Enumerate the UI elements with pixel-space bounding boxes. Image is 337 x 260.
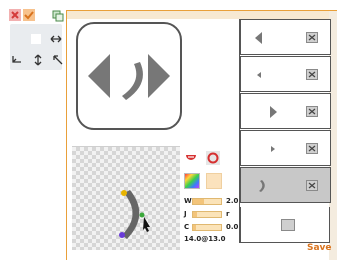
join-value: r — [226, 210, 230, 218]
stroke-width-slider[interactable] — [192, 197, 222, 205]
state-item-4[interactable] — [240, 130, 331, 166]
flip-horizontal-icon[interactable] — [50, 33, 62, 45]
state-item-3[interactable] — [240, 93, 331, 129]
delete-state-button[interactable] — [306, 143, 318, 154]
flip-vertical-icon[interactable] — [32, 54, 44, 66]
add-state-slot[interactable] — [240, 207, 330, 243]
icon-preview — [76, 22, 182, 130]
left-arrow-large-icon — [255, 32, 262, 44]
copy-icon[interactable] — [52, 10, 64, 22]
stroke-mode-icon[interactable] — [206, 150, 220, 165]
curve-icon — [259, 180, 265, 192]
blank-swatch[interactable] — [31, 34, 41, 44]
delete-state-button[interactable] — [306, 32, 318, 43]
check-icon[interactable] — [23, 9, 35, 21]
control-point-handle[interactable] — [121, 190, 127, 196]
stroke-width-row: W 2.0 — [184, 196, 238, 206]
state-item-1[interactable] — [240, 19, 331, 55]
save-button[interactable]: Save — [307, 243, 332, 253]
join-row: J r — [184, 209, 229, 219]
shape-editor-canvas[interactable] — [72, 146, 180, 250]
cancel-icon[interactable] — [9, 9, 21, 21]
left-arrow-small-icon — [257, 72, 261, 78]
cap-row: C 0.0 — [184, 222, 238, 232]
delete-state-button[interactable] — [306, 106, 318, 117]
rotate-left-icon[interactable] — [11, 54, 23, 66]
cap-slider[interactable] — [192, 223, 222, 231]
join-label: J — [184, 210, 187, 218]
join-slider[interactable] — [192, 210, 222, 218]
cursor-coordinates: 14.0@13.0 — [184, 235, 226, 243]
control-point-handle[interactable] — [119, 232, 125, 238]
panel-header-strip — [67, 11, 337, 19]
rotate-right-icon[interactable] — [52, 54, 64, 66]
stroke-width-label: W — [184, 197, 192, 205]
cap-label: C — [184, 223, 190, 231]
cap-value: 0.0 — [226, 223, 239, 231]
control-point-handle[interactable] — [139, 212, 145, 218]
fill-mode-icon[interactable] — [184, 150, 198, 164]
delete-state-button[interactable] — [306, 69, 318, 80]
cursor-icon — [143, 217, 150, 232]
add-state-icon[interactable] — [281, 219, 295, 231]
preview-arrows-icon — [88, 54, 170, 100]
state-item-5[interactable] — [240, 167, 331, 203]
right-arrow-large-icon — [270, 106, 277, 118]
current-color-swatch[interactable] — [206, 173, 222, 189]
tool-palette — [0, 0, 66, 260]
color-palette-icon[interactable] — [184, 173, 200, 189]
right-arrow-small-icon — [271, 146, 275, 152]
stroke-width-value: 2.0 — [226, 197, 239, 205]
curve-shape[interactable] — [72, 147, 180, 251]
delete-state-button[interactable] — [306, 180, 318, 191]
state-item-2[interactable] — [240, 56, 331, 92]
